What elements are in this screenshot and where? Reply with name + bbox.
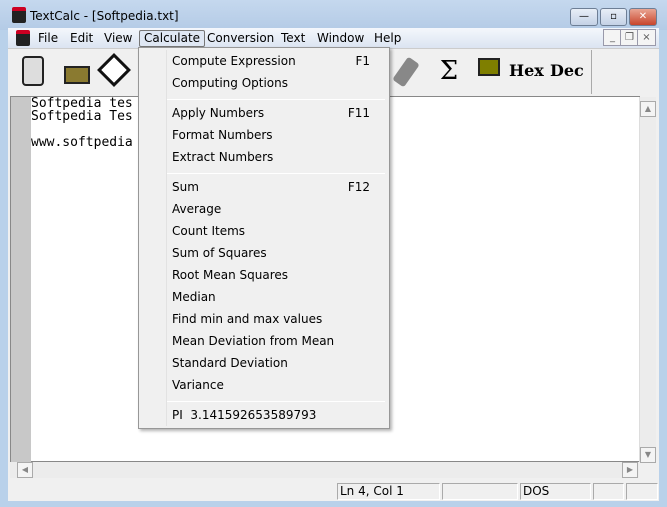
menu-item-extract-numbers[interactable]: Extract Numbers — [172, 147, 382, 167]
menu-item-label: Sum — [172, 180, 199, 194]
document-icon[interactable] — [16, 30, 30, 46]
editor-gutter — [11, 97, 31, 462]
computer-icon[interactable] — [472, 52, 506, 90]
menu-icon-column — [141, 50, 167, 426]
app-icon[interactable] — [12, 7, 26, 23]
open-package-icon[interactable] — [56, 52, 96, 90]
scroll-up-icon[interactable]: ▲ — [640, 101, 656, 117]
menu-item-find-min-max[interactable]: Find min and max values — [172, 309, 382, 329]
menu-item-apply-numbers[interactable]: Apply Numbers F11 — [172, 103, 382, 123]
status-position: Ln 4, Col 1 — [337, 483, 440, 500]
menu-item-label: Extract Numbers — [172, 150, 274, 164]
status-panel — [626, 483, 658, 500]
horizontal-scrollbar[interactable] — [10, 462, 639, 478]
menu-item-pi[interactable]: PI 3.141592653589793 — [172, 405, 382, 425]
menu-calculate[interactable]: Calculate — [139, 30, 206, 47]
menu-text[interactable]: Text — [276, 30, 310, 47]
scroll-right-icon[interactable]: ▶ — [622, 462, 638, 478]
menu-item-shortcut: F1 — [355, 54, 370, 68]
menu-item-label: Format Numbers — [172, 128, 273, 142]
menu-edit[interactable]: Edit — [65, 30, 98, 47]
menu-item-label: Computing Options — [172, 76, 289, 90]
status-line-format: DOS — [520, 483, 591, 500]
editor-line: Softpedia Tes — [31, 109, 133, 124]
menu-item-root-mean-squares[interactable]: Root Mean Squares — [172, 265, 382, 285]
window-title: TextCalc - [Softpedia.txt] — [30, 9, 179, 23]
new-document-icon[interactable] — [14, 52, 50, 90]
maximize-button[interactable]: ▫ — [600, 8, 627, 26]
menu-separator — [167, 173, 385, 174]
sum-sigma-icon[interactable]: Σ — [432, 52, 466, 90]
menu-item-median[interactable]: Median — [172, 287, 382, 307]
menu-item-shortcut: F11 — [347, 106, 370, 120]
menu-item-mean-deviation[interactable]: Mean Deviation from Mean — [172, 331, 382, 351]
menu-item-label: Apply Numbers — [172, 106, 265, 120]
menu-item-label: Variance — [172, 378, 224, 392]
menu-item-label: Count Items — [172, 224, 246, 238]
menu-item-label: Mean Deviation from Mean — [172, 334, 335, 348]
menu-item-format-numbers[interactable]: Format Numbers — [172, 125, 382, 145]
menu-item-label: Compute Expression — [172, 54, 296, 68]
menu-item-sum-of-squares[interactable]: Sum of Squares — [172, 243, 382, 263]
toolbar-divider — [591, 50, 592, 94]
menu-window[interactable]: Window — [312, 30, 369, 47]
menu-item-label: Root Mean Squares — [172, 268, 289, 282]
close-button[interactable]: ✕ — [629, 8, 657, 26]
scroll-left-icon[interactable]: ◀ — [17, 462, 33, 478]
dec-button[interactable]: Dec — [550, 52, 584, 90]
calculator-icon[interactable] — [392, 52, 423, 90]
menu-item-computing-options[interactable]: Computing Options — [172, 73, 382, 93]
minimize-button[interactable]: — — [570, 8, 598, 26]
menu-item-count-items[interactable]: Count Items — [172, 221, 382, 241]
menu-separator — [167, 99, 385, 100]
save-disk-icon[interactable] — [96, 52, 132, 90]
menu-item-label: Find min and max values — [172, 312, 323, 326]
vertical-scrollbar[interactable] — [639, 97, 656, 462]
menu-separator — [167, 401, 385, 402]
menu-item-label: Sum of Squares — [172, 246, 267, 260]
menu-item-label: Standard Deviation — [172, 356, 288, 370]
menu-item-variance[interactable]: Variance — [172, 375, 382, 395]
menu-item-label: Average — [172, 202, 222, 216]
scroll-down-icon[interactable]: ▼ — [640, 447, 656, 463]
menu-item-label: PI 3.141592653589793 — [172, 408, 317, 422]
status-panel — [442, 483, 518, 500]
hex-button[interactable]: Hex — [509, 52, 544, 90]
menu-item-average[interactable]: Average — [172, 199, 382, 219]
status-panel — [593, 483, 624, 500]
menu-conversion[interactable]: Conversion — [202, 30, 279, 47]
editor-line: www.softpedia — [31, 135, 133, 150]
menu-item-shortcut: F12 — [347, 180, 370, 194]
menu-item-standard-deviation[interactable]: Standard Deviation — [172, 353, 382, 373]
menu-view[interactable]: View — [99, 30, 137, 47]
menu-item-label: Median — [172, 290, 216, 304]
calculate-menu-dropdown: Compute Expression F1 Computing Options A… — [138, 47, 390, 429]
menu-item-compute-expression[interactable]: Compute Expression F1 — [172, 51, 382, 71]
menu-item-sum[interactable]: Sum F12 — [172, 177, 382, 197]
menu-file[interactable]: File — [33, 30, 63, 47]
menu-help[interactable]: Help — [369, 30, 406, 47]
mdi-close-button[interactable]: × — [637, 29, 656, 46]
